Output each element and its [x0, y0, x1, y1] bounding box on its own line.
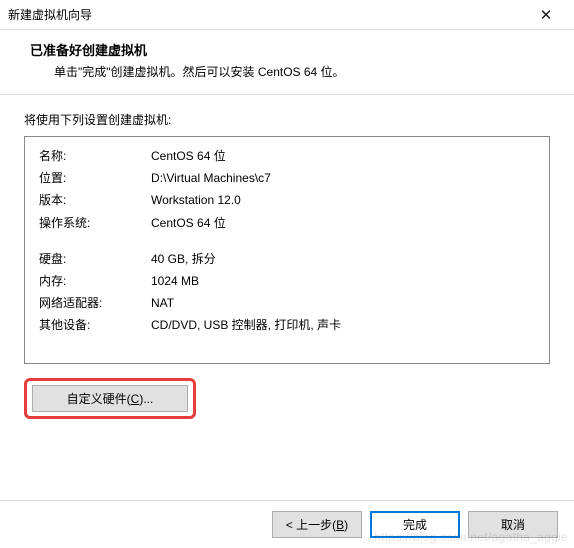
row-memory: 内存: 1024 MB	[39, 272, 535, 291]
titlebar: 新建虚拟机向导 ✕	[0, 0, 574, 30]
row-version: 版本: Workstation 12.0	[39, 191, 535, 210]
row-location: 位置: D:\Virtual Machines\c7	[39, 169, 535, 188]
val-disk: 40 GB, 拆分	[151, 250, 535, 269]
val-memory: 1024 MB	[151, 272, 535, 291]
page-subtitle: 单击"完成"创建虚拟机。然后可以安装 CentOS 64 位。	[16, 63, 558, 80]
key-devices: 其他设备:	[39, 316, 151, 335]
finish-button[interactable]: 完成	[370, 511, 460, 538]
row-os: 操作系统: CentOS 64 位	[39, 214, 535, 233]
row-disk: 硬盘: 40 GB, 拆分	[39, 250, 535, 269]
settings-summary-box: 名称: CentOS 64 位 位置: D:\Virtual Machines\…	[24, 136, 550, 364]
row-network: 网络适配器: NAT	[39, 294, 535, 313]
wizard-header: 已准备好创建虚拟机 单击"完成"创建虚拟机。然后可以安装 CentOS 64 位…	[0, 30, 574, 95]
back-hotkey: B	[336, 518, 344, 532]
row-name: 名称: CentOS 64 位	[39, 147, 535, 166]
back-pre: < 上一步(	[286, 518, 336, 532]
window-title: 新建虚拟机向导	[8, 6, 92, 23]
val-version: Workstation 12.0	[151, 191, 535, 210]
val-devices: CD/DVD, USB 控制器, 打印机, 声卡	[151, 316, 535, 335]
key-name: 名称:	[39, 147, 151, 166]
val-os: CentOS 64 位	[151, 214, 535, 233]
wizard-body: 将使用下列设置创建虚拟机: 名称: CentOS 64 位 位置: D:\Vir…	[0, 95, 574, 419]
key-version: 版本:	[39, 191, 151, 210]
btn-text-pre: 自定义硬件(	[67, 392, 131, 406]
settings-label: 将使用下列设置创建虚拟机:	[24, 111, 550, 128]
key-network: 网络适配器:	[39, 294, 151, 313]
customize-hardware-button[interactable]: 自定义硬件(C)...	[32, 385, 188, 412]
key-location: 位置:	[39, 169, 151, 188]
val-network: NAT	[151, 294, 535, 313]
btn-text-post: )...	[139, 392, 153, 406]
val-name: CentOS 64 位	[151, 147, 535, 166]
customize-row: 自定义硬件(C)...	[24, 378, 550, 419]
key-memory: 内存:	[39, 272, 151, 291]
close-icon[interactable]: ✕	[526, 1, 566, 29]
row-devices: 其他设备: CD/DVD, USB 控制器, 打印机, 声卡	[39, 316, 535, 335]
back-button[interactable]: < 上一步(B)	[272, 511, 362, 538]
key-disk: 硬盘:	[39, 250, 151, 269]
back-post: )	[344, 518, 348, 532]
customize-highlight: 自定义硬件(C)...	[24, 378, 196, 419]
page-title: 已准备好创建虚拟机	[16, 40, 558, 59]
key-os: 操作系统:	[39, 214, 151, 233]
val-location: D:\Virtual Machines\c7	[151, 169, 535, 188]
cancel-button[interactable]: 取消	[468, 511, 558, 538]
wizard-footer: < 上一步(B) 完成 取消	[0, 500, 574, 548]
